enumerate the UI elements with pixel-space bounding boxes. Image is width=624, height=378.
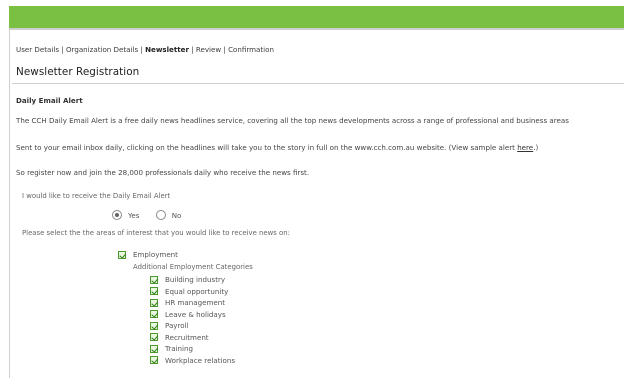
receive-question: I would like to receive the Daily Email … [22, 192, 171, 200]
list-item[interactable]: Leave & holidays [150, 309, 235, 321]
radio-no-label: No [171, 210, 182, 220]
list-item[interactable]: Training [150, 343, 235, 355]
page-border [9, 6, 10, 378]
breadcrumb-review[interactable]: Review [196, 45, 221, 54]
areas-question: Please select the the areas of interest … [22, 229, 290, 237]
sub-category-label: HR management [165, 298, 226, 308]
radio-yes-control[interactable] [112, 210, 122, 220]
checkbox[interactable] [150, 298, 158, 307]
sent-paragraph: Sent to your email inbox daily, clicking… [16, 143, 538, 152]
register-paragraph: So register now and join the 28,000 prof… [16, 168, 310, 177]
additional-categories-label: Additional Employment Categories [133, 263, 253, 271]
checkbox[interactable] [150, 275, 158, 284]
sub-category-label: Equal opportunity [165, 286, 229, 296]
intro-paragraph: The CCH Daily Email Alert is a free dail… [16, 116, 569, 125]
list-item[interactable]: Recruitment [150, 332, 235, 344]
sub-category-list: Building industry Equal opportunity HR m… [150, 274, 235, 366]
radio-yes-label: Yes [128, 210, 140, 220]
list-item[interactable]: HR management [150, 297, 235, 309]
sub-category-label: Leave & holidays [165, 309, 226, 319]
checkbox[interactable] [150, 344, 158, 353]
employment-label: Employment [133, 250, 178, 259]
breadcrumb-organization-details[interactable]: Organization Details [66, 45, 138, 54]
sub-category-label: Payroll [165, 321, 189, 331]
list-item[interactable]: Building industry [150, 274, 235, 286]
header-bar [9, 6, 624, 28]
header-divider [9, 28, 624, 30]
radio-no-control[interactable] [155, 210, 166, 220]
checkbox[interactable] [150, 310, 158, 319]
breadcrumb-newsletter: Newsletter [145, 45, 189, 54]
sub-category-label: Building industry [165, 275, 226, 285]
sub-category-label: Training [165, 344, 193, 354]
sub-category-label: Workplace relations [165, 355, 236, 365]
checkbox[interactable] [150, 321, 158, 330]
list-item[interactable]: Equal opportunity [150, 286, 235, 298]
employment-checkbox[interactable] [118, 250, 126, 259]
checkbox[interactable] [150, 356, 158, 365]
receive-radio-group: Yes No [112, 210, 195, 222]
checkbox[interactable] [150, 287, 158, 296]
radio-yes[interactable]: Yes [112, 210, 139, 220]
radio-no[interactable]: No [155, 210, 182, 220]
sub-category-label: Recruitment [165, 332, 209, 342]
section-heading: Daily Email Alert [16, 96, 83, 105]
list-item[interactable]: Workplace relations [150, 355, 235, 367]
title-divider [12, 83, 624, 84]
sent-text: Sent to your email inbox daily, clicking… [16, 143, 518, 152]
page-title: Newsletter Registration [16, 66, 140, 78]
sent-text-end: .) [533, 143, 539, 152]
checkbox[interactable] [150, 333, 158, 342]
breadcrumb-confirmation[interactable]: Confirmation [228, 45, 274, 54]
sample-alert-link[interactable]: here [517, 143, 533, 152]
breadcrumb: User Details | Organization Details | Ne… [16, 45, 274, 54]
employment-option[interactable]: Employment [118, 250, 178, 259]
breadcrumb-user-details[interactable]: User Details [16, 45, 59, 54]
list-item[interactable]: Payroll [150, 320, 235, 332]
